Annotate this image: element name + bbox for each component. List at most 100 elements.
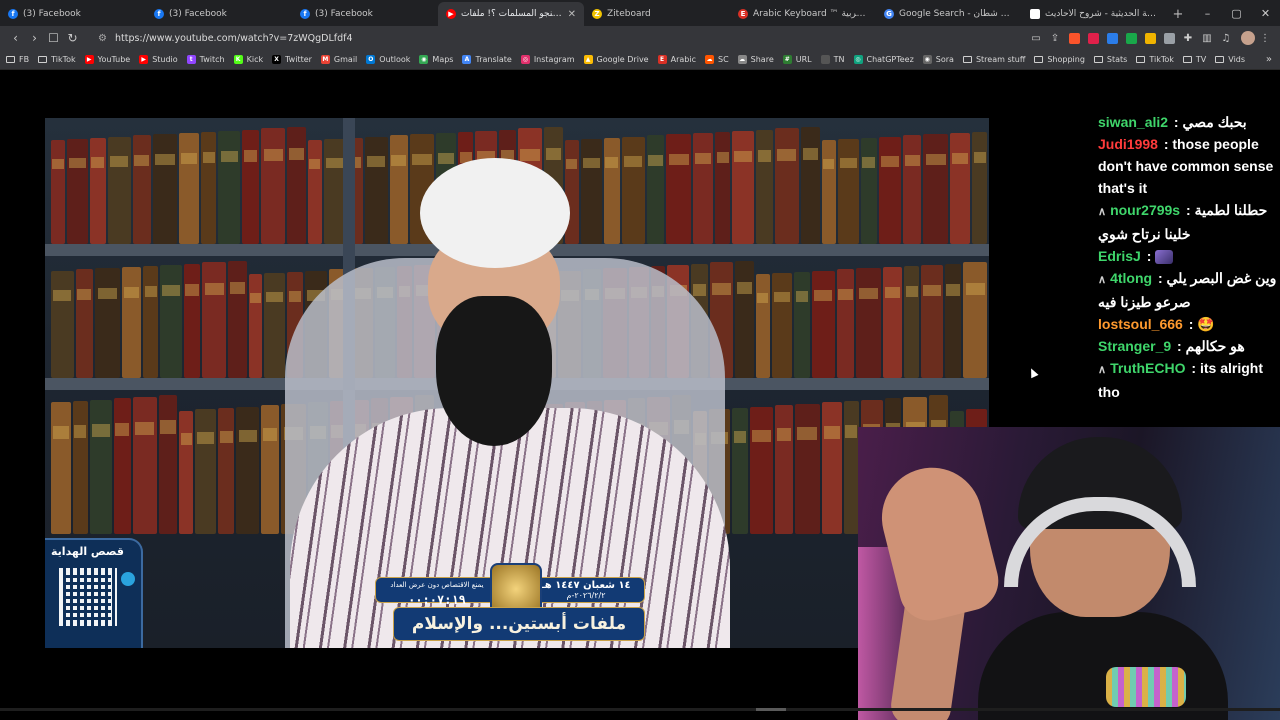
extension-green-icon[interactable] [1122,29,1140,47]
bookmark-label: Maps [432,55,454,64]
book-spine [75,269,94,378]
bookmark-item[interactable]: ☁ Share [737,55,774,64]
bookmark-item[interactable]: K Kick [233,55,263,64]
book-spine [143,265,159,378]
folder-icon [1182,56,1192,63]
browser-tab[interactable]: f (3) Facebook [0,2,146,26]
bookmark-folder[interactable]: Stream stuff [962,55,1025,64]
bookmark-label: Sora [935,55,954,64]
bookmark-folder[interactable]: Stats [1093,55,1127,64]
chat-badge-icon: ∧ [1098,364,1107,376]
bookmark-item[interactable]: ◎ Instagram [520,55,575,64]
book-spine [771,272,793,378]
bookmarks-overflow-icon[interactable]: » [1266,54,1272,65]
book-spine [51,140,65,244]
bookmark-item[interactable]: ☁ SC [704,55,729,64]
browser-tab[interactable]: G Google Search - تقبل بصورة شطان [876,2,1022,26]
book-spine [836,269,855,378]
extensions-puzzle-icon[interactable]: ✚ [1179,29,1197,47]
tab-close-icon[interactable]: ✕ [568,9,576,20]
book-spine [72,401,88,534]
bookmark-item[interactable]: X Twitter [272,55,312,64]
bookmark-item[interactable]: ◎ ChatGPTeez [853,55,914,64]
brave-shield-icon[interactable] [1065,29,1083,47]
chat-overlay: siwan_ali2 : بحبك مصي Judi1998 : those pe… [1098,111,1280,431]
book-spine [800,127,820,244]
folder-icon [1136,56,1146,63]
book-spine [132,135,151,244]
video-progress-bar[interactable] [0,708,1280,711]
browser-tab[interactable]: f (3) Facebook [146,2,292,26]
site-favicon-icon: ◎ [853,55,863,64]
address-bar[interactable]: ⚙ https://www.youtube.com/watch?v=7zWQgD… [90,28,1020,48]
bookmark-item[interactable]: A Translate [462,55,512,64]
browser-tab[interactable]: Z Ziteboard [584,2,730,26]
chat-separator: : [1187,360,1200,376]
extension-yellow-icon[interactable] [1141,29,1159,47]
site-favicon-icon: A [462,55,472,64]
bookmark-item[interactable]: M Gmail [320,55,357,64]
bookmark-page-icon[interactable]: ☐ [44,28,63,48]
bookmark-item[interactable]: ▶ YouTube [84,55,130,64]
window-controls: – ▢ ✕ [1193,0,1280,26]
book-spine [95,268,120,378]
profile-avatar[interactable] [1241,31,1255,45]
extension-blue-icon[interactable] [1103,29,1121,47]
chat-username: Judi1998 [1098,136,1158,152]
bookmark-folder[interactable]: Shopping [1034,55,1085,64]
bookmark-folder[interactable]: TV [1182,55,1206,64]
media-control-icon[interactable]: ♫ [1217,29,1235,47]
bookmark-item[interactable]: # URL [782,55,812,64]
site-favicon-icon: O [366,55,376,64]
book-spine [218,130,241,244]
facebook-icon: f [300,9,310,19]
book-spine [903,135,922,244]
embedded-video[interactable]: قصص الهداية يمنع الاقتصاص دون عرض العداد… [45,118,989,648]
bookmark-folder[interactable]: FB [6,55,29,64]
bookmark-item[interactable]: ▲ Google Drive [583,55,649,64]
browser-tab[interactable]: E Arabic Keyboard ™ المفاتيح العربية [730,2,876,26]
tab-label: Ziteboard [607,9,651,19]
forward-icon[interactable]: › [25,28,44,48]
back-icon[interactable]: ‹ [6,28,25,48]
folder-icon [962,56,972,63]
bookmark-item[interactable]: E Arabic [657,55,696,64]
tab-strip: f (3) Facebook f (3) Facebook f (3) Facebook ▶… [0,0,1280,26]
share-icon[interactable]: ⇪ [1046,29,1064,47]
timer-caption: يمنع الاقتصاص دون عرض العداد [390,581,484,589]
bookmark-item[interactable]: t Twitch [186,55,225,64]
browser-tab[interactable]: ▶ لماذا ينجو المسلمات ؟! ملفات ✕ [438,2,584,26]
menu-icon[interactable]: ⋮ [1256,29,1274,47]
book-spine [963,262,987,378]
bookmark-item[interactable]: TN [820,55,845,64]
extension-gray-icon[interactable] [1160,29,1178,47]
site-favicon-icon: X [272,55,282,64]
sidebar-icon[interactable]: ▥ [1198,29,1216,47]
minimize-icon[interactable]: – [1193,0,1222,26]
maximize-icon[interactable]: ▢ [1222,0,1251,26]
bookmark-item[interactable]: ▶ Studio [139,55,178,64]
bookmark-folder[interactable]: Vids [1215,55,1245,64]
book-spine [218,408,235,534]
bookmark-item[interactable]: ◉ Maps [419,55,453,64]
close-icon[interactable]: ✕ [1251,0,1280,26]
book-spine [860,137,877,244]
browser-tab[interactable]: الموسوعة الحديثية - شروح الأحاديث [1022,2,1168,26]
facebook-icon: f [8,9,18,19]
rewards-icon[interactable] [1084,29,1102,47]
cast-icon[interactable]: ▭ [1027,29,1045,47]
bookmark-folder[interactable]: TikTok [38,55,76,64]
chat-username: lostsoul_666 [1098,316,1183,332]
site-info-icon[interactable]: ⚙ [98,33,107,44]
book-spine [121,267,142,378]
chat-text: 🤩 [1197,316,1215,332]
reload-icon[interactable]: ↻ [63,28,82,48]
bookmark-label: Share [750,55,774,64]
new-tab-button[interactable]: + [1168,2,1188,26]
bookmark-item[interactable]: O Outlook [366,55,410,64]
chat-message: EdrisJ : [1098,245,1280,267]
bookmark-folder[interactable]: TikTok [1136,55,1174,64]
browser-tab[interactable]: f (3) Facebook [292,2,438,26]
timer-value: ٠٠:٠٧:١٩ [408,593,466,607]
bookmark-item[interactable]: ◉ Sora [922,55,954,64]
